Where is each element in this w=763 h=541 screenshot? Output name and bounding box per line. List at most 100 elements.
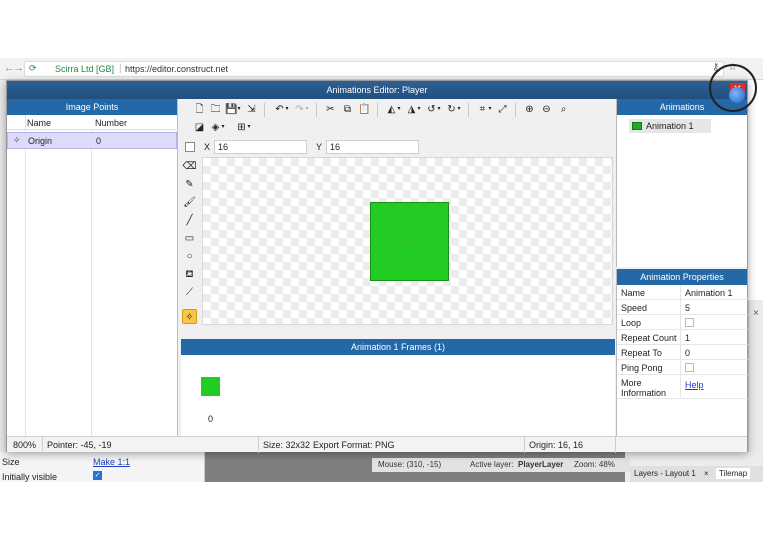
image-point-tool-icon[interactable]: ✧ <box>182 309 197 324</box>
url-separator: | <box>119 63 122 74</box>
rectangle-icon[interactable]: ▭ <box>182 231 197 246</box>
rotate-cw-dropdown-icon[interactable]: ▾ <box>456 103 462 116</box>
animation-name: Animation 1 <box>646 121 694 131</box>
tab-tilemap[interactable]: Tilemap <box>716 468 751 479</box>
property-row-repeat-count: Repeat Count 1 <box>617 330 748 345</box>
loop-checkbox[interactable] <box>685 318 694 327</box>
image-canvas[interactable]: ✧ <box>202 157 613 325</box>
save-dropdown-icon[interactable]: ▾ <box>236 103 242 116</box>
pencil-icon[interactable]: ✎ <box>182 177 197 192</box>
animation-list-item[interactable]: Animation 1 <box>629 119 711 133</box>
flip-dropdown-icon[interactable]: ▾ <box>416 103 422 116</box>
ide-status-bar: Mouse: (310, -15) Active layer: PlayerLa… <box>372 458 630 472</box>
initially-visible-checkbox[interactable]: ✓ <box>93 471 102 480</box>
property-value-name[interactable]: Animation 1 <box>685 288 733 298</box>
paste-icon[interactable]: 📋 <box>358 103 371 116</box>
dialog-title: Animations Editor: Player <box>326 85 428 95</box>
new-icon[interactable]: 🗋 <box>193 103 206 116</box>
origin-marker-icon[interactable]: ✧ <box>405 236 413 247</box>
image-points-header: Image Points <box>7 99 177 115</box>
fill-bucket-icon[interactable]: ⛾ <box>182 267 197 282</box>
cut-icon[interactable]: ✂ <box>324 103 337 116</box>
reload-icon[interactable]: ⟳ <box>29 63 37 74</box>
property-row-repeat-to: Repeat To 0 <box>617 345 748 360</box>
frame-thumbnail[interactable] <box>201 377 220 396</box>
property-key: Repeat Count <box>621 333 677 343</box>
toolbar-separator <box>264 103 265 117</box>
property-key: Ping Pong <box>621 363 663 373</box>
panel-close-icon[interactable]: × <box>753 308 759 319</box>
zoom-in-icon[interactable]: ⊕ <box>523 103 536 116</box>
property-row-more-information: More Information Help <box>617 375 748 399</box>
grid-dropdown-icon[interactable]: ▾ <box>246 121 252 134</box>
make-1-1-link[interactable]: Make 1:1 <box>93 457 130 467</box>
ping-pong-checkbox[interactable] <box>685 363 694 372</box>
toolbar-separator <box>316 103 317 117</box>
export-icon[interactable]: ⇲ <box>245 103 258 116</box>
y-label: Y <box>316 142 323 152</box>
eraser-icon[interactable]: ⌫ <box>182 159 197 174</box>
pointer-position: Pointer: -45, -19 <box>47 440 112 450</box>
property-key: Loop <box>621 318 642 328</box>
x-input[interactable]: 16 <box>214 140 307 154</box>
ide-zoom: Zoom: 48% <box>574 460 615 469</box>
toolbar-separator <box>468 103 469 117</box>
zoom-level: 800% <box>13 440 37 450</box>
help-link[interactable]: Help <box>685 380 704 390</box>
frames-panel: Animation 1 Frames (1) 0 <box>181 339 615 436</box>
mouse-position: Mouse: (310, -15) <box>378 460 442 469</box>
toolbar-separator <box>515 103 516 117</box>
frames-header: Animation 1 Frames (1) <box>181 339 615 355</box>
column-name[interactable]: Name <box>27 118 51 128</box>
active-layer-value: PlayerLayer <box>518 460 564 469</box>
url-text[interactable]: https://editor.construct.net <box>125 64 228 74</box>
open-folder-icon[interactable]: 🗀 <box>209 103 222 116</box>
copy-icon[interactable]: ⧉ <box>341 103 354 116</box>
property-value-repeat-count[interactable]: 1 <box>685 333 690 343</box>
property-value-speed[interactable]: 5 <box>685 303 690 313</box>
property-row-loop: Loop <box>617 315 748 330</box>
property-key: Name <box>621 288 646 298</box>
layers-dropdown-icon[interactable]: ▾ <box>220 121 226 134</box>
color-swap-icon[interactable]: ◪ <box>193 121 206 134</box>
column-divider <box>91 130 92 436</box>
size-label: Size <box>2 457 20 467</box>
zoom-reset-icon[interactable]: ⌕ <box>557 103 570 116</box>
undo-dropdown-icon[interactable]: ▾ <box>284 103 290 116</box>
ide-properties-panel: Size Make 1:1 Initially visible ✓ <box>0 452 205 482</box>
resize-icon[interactable]: ⤢ <box>496 103 509 116</box>
ide-right-edge: × <box>748 300 763 452</box>
property-value-repeat-to[interactable]: 0 <box>685 348 690 358</box>
column-number[interactable]: Number <box>95 118 127 128</box>
toolbar-separator <box>377 103 378 117</box>
frame-index: 0 <box>208 414 214 424</box>
animation-properties-header: Animation Properties <box>617 269 747 285</box>
address-bar[interactable]: ⟳ Scirra Ltd [GB] | https://editor.const… <box>24 61 724 77</box>
redo-dropdown-icon[interactable]: ▾ <box>304 103 310 116</box>
extension-badge-icon[interactable] <box>729 87 745 103</box>
mirror-dropdown-icon[interactable]: ▾ <box>396 103 402 116</box>
line-icon[interactable]: ╱ <box>182 213 197 228</box>
sprite-image[interactable]: ✧ <box>370 202 449 281</box>
tab-close-icon[interactable]: × <box>704 469 709 478</box>
rotate-ccw-dropdown-icon[interactable]: ▾ <box>436 103 442 116</box>
property-row-ping-pong: Ping Pong <box>617 360 748 375</box>
crop-dropdown-icon[interactable]: ▾ <box>487 103 493 116</box>
zoom-out-icon[interactable]: ⊖ <box>540 103 553 116</box>
ellipse-icon[interactable]: ○ <box>182 249 197 264</box>
dialog-title-bar[interactable]: Animations Editor: Player ✕ <box>7 81 747 99</box>
forward-arrow-icon[interactable]: → <box>13 62 24 74</box>
secure-label: Scirra Ltd [GB] <box>55 64 115 74</box>
property-row-name: Name Animation 1 <box>617 285 748 300</box>
y-input[interactable]: 16 <box>326 140 419 154</box>
image-point-row[interactable]: ✧ Origin 0 <box>7 132 177 149</box>
tab-layers-layout-1[interactable]: Layers - Layout 1 <box>634 469 696 478</box>
point-position-row: X 16 Y 16 <box>179 139 615 157</box>
color-picker-swatch[interactable] <box>185 142 195 152</box>
editor-status-bar: 800% Pointer: -45, -19 Size: 32x32 Expor… <box>7 436 747 453</box>
eyedropper-icon[interactable]: ⟋ <box>182 285 197 300</box>
brush-icon[interactable]: 🖌 <box>182 195 197 210</box>
browser-toolbar: ← → ⟳ Scirra Ltd [GB] | https://editor.c… <box>0 58 763 80</box>
x-label: X <box>204 142 211 152</box>
image-size: Size: 32x32 <box>263 440 311 450</box>
